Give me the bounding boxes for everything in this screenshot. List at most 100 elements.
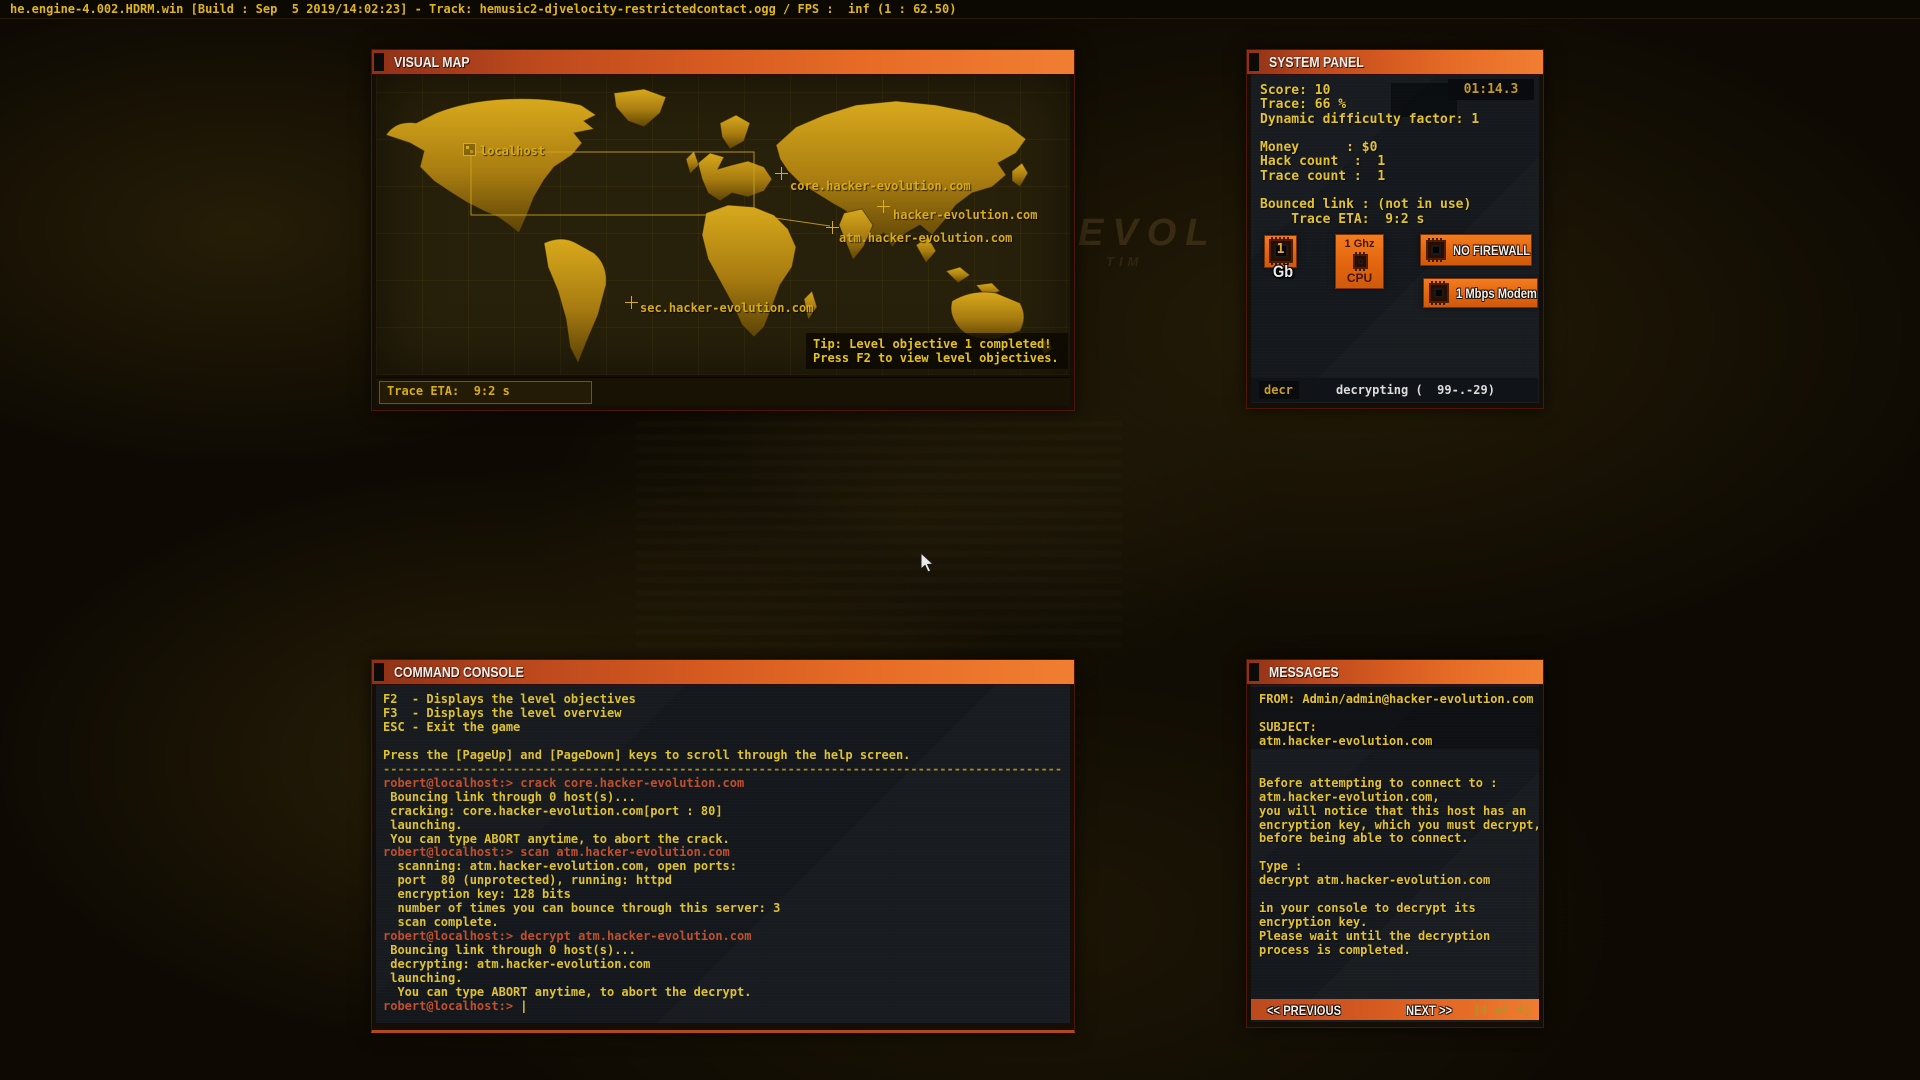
console-input-line[interactable]: robert@localhost:> | (383, 998, 1062, 1014)
map-node-marker-localhost (463, 143, 476, 156)
messages-panel: MESSAGES FROM: Admin/admin@hacker-evolut… (1246, 659, 1544, 1028)
message-line: Please wait until the decryption (1259, 929, 1491, 944)
map-node-label-sec.hacker-evolution.com: sec.hacker-evolution.com (640, 301, 814, 315)
console-output-line: launching. (383, 817, 463, 832)
console-output-line: port 80 (unprotected), running: httpd (383, 873, 672, 888)
system-panel-header: SYSTEM PANEL (1247, 50, 1543, 75)
system-stat-line: Money : $0 (1260, 140, 1378, 156)
map-status-strip: Trace ETA: 9:2 s (376, 377, 1070, 406)
system-stat-line (1260, 127, 1479, 141)
tip-box: Tip: Level objective 1 completed! Press … (806, 333, 1068, 369)
firewall-chip-icon (1426, 238, 1446, 262)
console-command-line: robert@localhost:> decrypt atm.hacker-ev… (383, 929, 752, 944)
tip-line-1: Tip: Level objective 1 completed! (813, 337, 1052, 351)
message-line: atm.hacker-evolution.com, (1259, 789, 1440, 804)
map-node-label-hacker-evolution.com: hacker-evolution.com (893, 208, 1038, 222)
console-output-line: decrypting: atm.hacker-evolution.com (383, 957, 651, 972)
system-stat-line: Trace count : 1 (1260, 168, 1386, 184)
console-output-line: ----------------------------------------… (383, 761, 1063, 776)
system-stats: Score: 10 Trace: 66 % Dynamic difficulty f… (1260, 83, 1480, 227)
map-node-marker-core.hacker-evolution.com (775, 167, 788, 180)
system-panel-title: SYSTEM PANEL (1269, 53, 1364, 71)
modem-label: 1 Mbps Modem (1456, 285, 1537, 301)
messages-title: MESSAGES (1269, 663, 1339, 681)
console-output-line: F2 - Displays the level objectives (383, 692, 636, 706)
message-line (1259, 763, 1539, 777)
console-output-line: F3 - Displays the level overview (383, 705, 622, 720)
message-lines: FROM: Admin/admin@hacker-evolution.com SU… (1259, 692, 1539, 958)
cpu-hardware-icon: 1 Ghz CPU (1335, 234, 1384, 289)
world-map: localhost core.hacker-evolution.com hacker… (376, 75, 1070, 375)
system-panel-body: 01:14.3 Score: 10 Trace: 66 % Dynamic diff… (1251, 75, 1539, 403)
console-output-line: launching. (383, 971, 463, 986)
console-text-cursor: | (520, 998, 528, 1013)
message-line: Before attempting to connect to : (1259, 775, 1498, 790)
message-line: FROM: Admin/admin@hacker-evolution.com (1259, 692, 1534, 706)
console-output-area[interactable]: F2 - Displays the level objectives F3 - D… (376, 685, 1070, 1023)
trace-eta-readout: Trace ETA: 9:2 s (379, 381, 592, 404)
visual-map-header: VISUAL MAP (372, 50, 1074, 75)
message-nav-bar: << PREVIOUS NEXT >> [4 of 4] (1251, 999, 1539, 1020)
system-stat-line: Trace: 66 % (1260, 97, 1347, 113)
command-console-header: COMMAND CONSOLE (372, 660, 1074, 685)
console-output-line: You can type ABORT anytime, to abort the… (383, 985, 752, 999)
firewall-label: NO FIREWALL (1453, 242, 1531, 258)
modem-chip-icon (1429, 281, 1449, 305)
engine-title-bar: he.engine-4.002.HDRM.win [Build : Sep 5 … (0, 0, 1920, 19)
command-console-title: COMMAND CONSOLE (394, 663, 524, 681)
system-panel: SYSTEM PANEL 01:14.3 Score: 10 Trace: 66 … (1246, 49, 1544, 409)
map-node-label-core.hacker-evolution.com: core.hacker-evolution.com (790, 179, 971, 193)
console-output-line: scan complete. (383, 915, 499, 930)
message-body: FROM: Admin/admin@hacker-evolution.com SU… (1251, 685, 1539, 1022)
message-line: decrypt atm.hacker-evolution.com (1259, 873, 1491, 888)
cpu-chip-icon (1353, 252, 1368, 271)
game-screen: he.engine-4.002.HDRM.win [Build : Sep 5 … (0, 0, 1920, 1080)
decrypt-progress-row: decr decrypting ( 99-.-29) (1251, 378, 1538, 402)
system-stat-line: Score: 10 (1260, 83, 1331, 98)
background-logo-watermark-sub: TIM (1106, 254, 1144, 269)
visual-map-title: VISUAL MAP (394, 53, 470, 71)
message-line: SUBJECT: (1259, 719, 1317, 734)
message-line: atm.hacker-evolution.com (1259, 733, 1433, 748)
console-command-line: robert@localhost:> scan atm.hacker-evolu… (383, 845, 730, 860)
visual-map-panel: VISUAL MAP localhost core.hacker-evoluti… (371, 49, 1075, 411)
previous-message-button[interactable]: << PREVIOUS (1267, 1002, 1341, 1018)
cpu-speed-label: 1 Ghz (1344, 238, 1375, 250)
background-logo-watermark: EVOL (1078, 212, 1218, 254)
map-node-marker-sec.hacker-evolution.com (625, 296, 638, 309)
modem-hardware-icon: 1 Mbps Modem (1423, 278, 1538, 308)
message-line (1259, 707, 1539, 721)
console-output-line: scanning: atm.hacker-evolution.com, open… (383, 859, 738, 874)
system-stat-line: Trace ETA: 9:2 s (1260, 211, 1425, 227)
next-message-button[interactable]: NEXT >> (1406, 1002, 1452, 1018)
messages-header: MESSAGES (1247, 660, 1543, 685)
map-node-marker-atm.hacker-evolution.com (826, 221, 839, 234)
decrypt-status-text: decrypting ( 99-.-29) (1336, 383, 1495, 397)
mouse-cursor (920, 551, 935, 578)
map-node-label-atm.hacker-evolution.com: atm.hacker-evolution.com (839, 231, 1013, 245)
message-line: before being able to connect. (1259, 831, 1469, 846)
message-line: process is completed. (1259, 943, 1411, 958)
message-line (1259, 749, 1539, 763)
system-stat-line: Dynamic difficulty factor: 1 (1260, 111, 1480, 127)
bounce-link-lines (470, 151, 831, 227)
console-command-line: robert@localhost:> crack core.hacker-evo… (383, 775, 745, 790)
console-output-line: ESC - Exit the game (383, 719, 521, 734)
console-output-line: Bouncing link through 0 host(s)... (383, 943, 636, 958)
system-stat-line: Bounced link : (not in use) (1260, 197, 1472, 213)
console-output-line: You can type ABORT anytime, to abort the… (383, 831, 730, 846)
background-faded-text (636, 418, 1122, 648)
engine-status-text: he.engine-4.002.HDRM.win [Build : Sep 5 … (10, 2, 957, 16)
console-output-line: Bouncing link through 0 host(s)... (383, 789, 636, 804)
tip-line-2: Press F2 to view level objectives. (813, 351, 1059, 365)
console-output-line: number of times you can bounce through t… (383, 901, 781, 916)
system-stat-line: Hack count : 1 (1260, 154, 1386, 170)
console-lines: F2 - Displays the level objectives F3 - D… (383, 692, 1063, 1014)
map-node-marker-hacker-evolution.com (877, 200, 890, 213)
message-page-indicator: [4 of 4] (1473, 1003, 1531, 1017)
console-output-line: encryption key: 128 bits (383, 887, 571, 902)
message-line (1259, 846, 1539, 860)
message-line: you will notice that this host has an (1259, 803, 1527, 818)
firewall-hardware-icon: NO FIREWALL (1420, 234, 1532, 266)
